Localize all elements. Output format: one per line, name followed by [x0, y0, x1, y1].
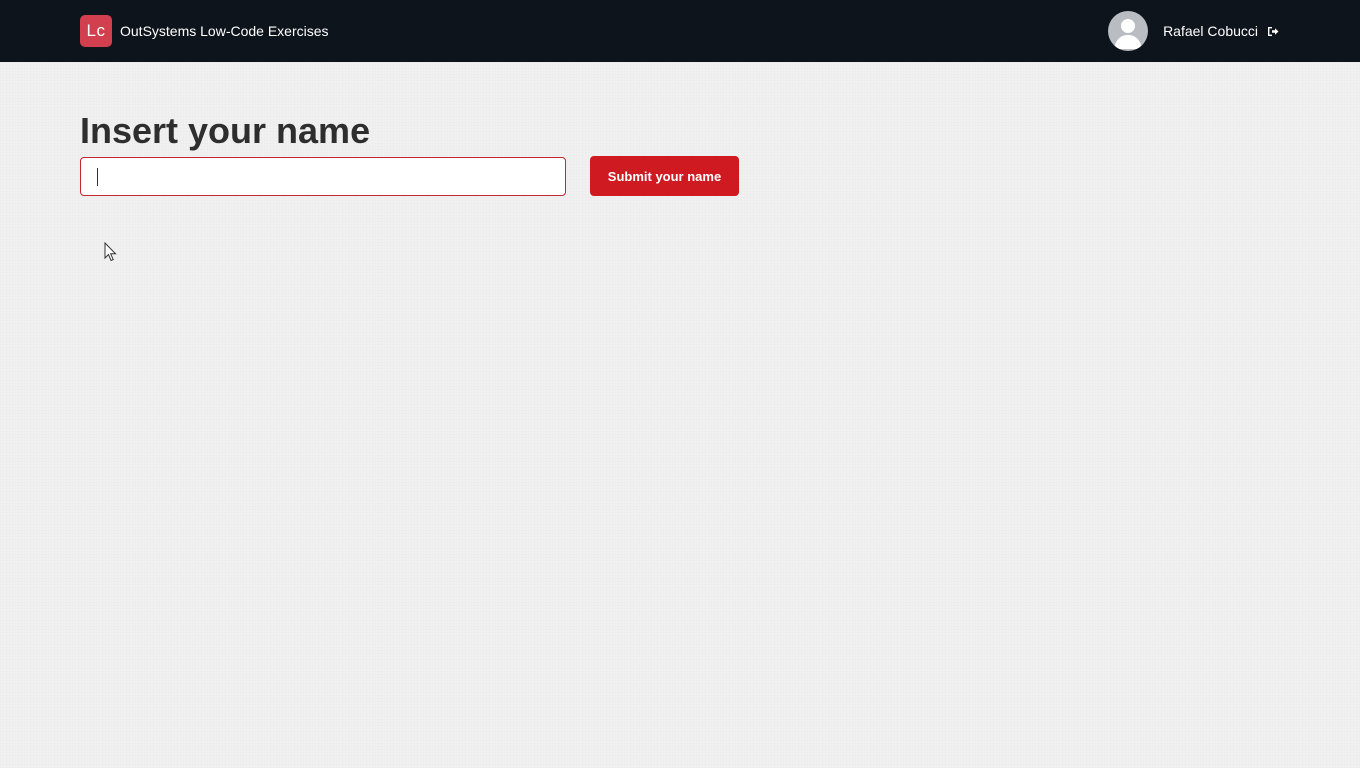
avatar[interactable] — [1108, 11, 1149, 51]
text-caret — [97, 168, 98, 186]
name-input[interactable] — [80, 156, 566, 196]
app-title[interactable]: OutSystems Low-Code Exercises — [120, 23, 329, 39]
user-name[interactable]: Rafael Cobucci — [1163, 23, 1258, 39]
name-form: Submit your name — [80, 156, 739, 196]
user-silhouette-icon — [1114, 19, 1143, 49]
mouse-cursor-icon — [104, 241, 118, 267]
top-navbar: Lc OutSystems Low-Code Exercises Rafael … — [0, 0, 1360, 62]
page-title: Insert your name — [80, 110, 371, 151]
submit-name-button[interactable]: Submit your name — [590, 156, 739, 196]
brand[interactable]: Lc OutSystems Low-Code Exercises — [80, 15, 329, 47]
user-area: Rafael Cobucci — [1108, 11, 1280, 51]
sign-out-icon[interactable] — [1266, 24, 1280, 38]
app-logo[interactable]: Lc — [80, 15, 112, 47]
main-content: Insert your name Submit your name — [80, 108, 739, 196]
